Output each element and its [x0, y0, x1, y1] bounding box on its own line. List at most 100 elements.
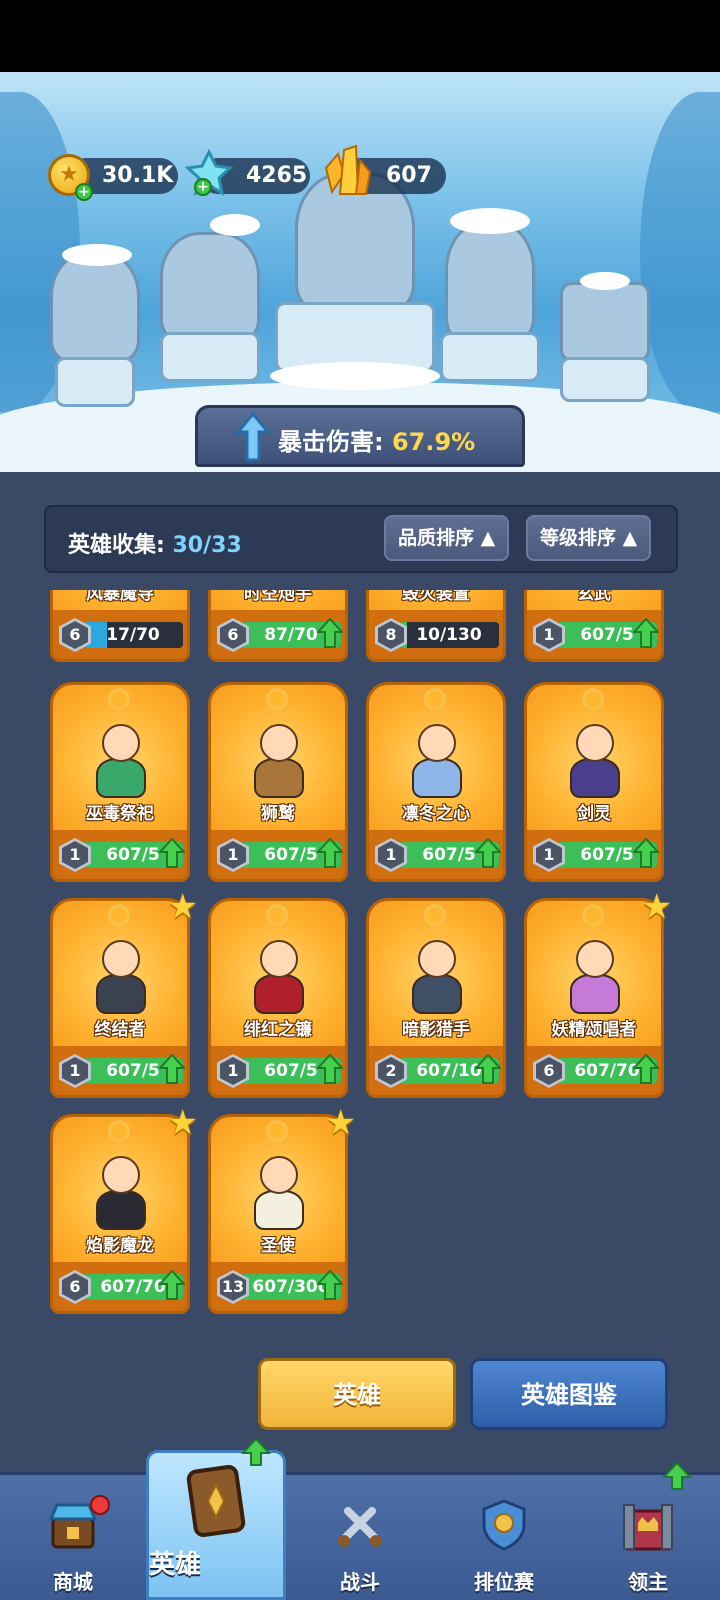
card-footer: 607/300 13 [208, 1262, 348, 1314]
sort-level-button[interactable]: 等级排序 ▲ [526, 515, 652, 561]
upgrade-arrow-icon [633, 838, 659, 868]
hero-card[interactable]: 焰影魔龙 607/70 6 ★ [50, 1106, 198, 1314]
hero-name: 剑灵 [577, 804, 611, 824]
hero-level: 1 [220, 841, 246, 869]
status-bar [0, 0, 720, 72]
hero-level: 1 [378, 841, 404, 869]
collection-title: 英雄收集: 30/33 [68, 527, 242, 559]
sort-quality-button[interactable]: 品质排序 ▲ [384, 515, 510, 561]
diamond-icon[interactable]: + [184, 148, 234, 198]
card-gem [266, 1120, 288, 1142]
crit-label: 暴击伤害: [278, 428, 384, 456]
hero-portrait [392, 928, 480, 1018]
hero-level: 6 [220, 621, 246, 649]
hero-portrait [76, 1144, 164, 1234]
hero-card[interactable]: 巫毒祭祀 607/5 1 [50, 682, 190, 882]
diamond-amount: 4265 [246, 163, 308, 188]
game-screen: 30.1K ★ + 4265 + 607 暴击伤害: 67.9% 英雄收集: 3… [0, 0, 720, 1600]
hero-name: 风暴魔导 [86, 590, 154, 604]
card-footer: 607/10 2 [366, 1046, 506, 1098]
nav-shop[interactable]: 商城 [0, 1475, 146, 1600]
hero-level: 13 [220, 1273, 246, 1301]
hero-card[interactable]: 剑灵 607/5 1 [524, 682, 664, 882]
card-gem [424, 688, 446, 710]
star-icon: ★ [167, 1103, 198, 1143]
hero-name: 圣使 [261, 1236, 295, 1256]
arrow-up-icon [236, 412, 270, 462]
card-footer: 607/5 1 [524, 610, 664, 662]
bottom-nav: 商城 战斗 排位赛 领主 [0, 1461, 720, 1600]
hero-card[interactable]: 圣使 607/300 13 ★ [208, 1106, 356, 1314]
heroes-tab-button[interactable]: 英雄 [258, 1358, 456, 1430]
star-icon: ★ [641, 887, 672, 927]
statue-beast [160, 232, 260, 342]
hero-name: 玄武 [577, 590, 611, 604]
upgrade-arrow-icon [633, 1054, 659, 1084]
hero-portrait [234, 712, 322, 802]
upgrade-arrow-icon [317, 1054, 343, 1084]
card-gem [266, 904, 288, 926]
card-footer: 607/5 1 [208, 830, 348, 882]
hero-level: 2 [378, 1057, 404, 1085]
hero-level: 1 [536, 841, 562, 869]
hero-card-icon [186, 1465, 246, 1537]
shard-progress-text: 17/70 [106, 625, 160, 645]
hero-card[interactable]: 时空炮手 87/70 6 [208, 590, 348, 662]
hero-name: 凛冬之心 [402, 804, 470, 824]
hero-card[interactable]: 妖精颂唱者 607/70 6 ★ [524, 890, 672, 1098]
crit-damage-text: 暴击伤害: 67.9% [278, 422, 475, 457]
hero-card[interactable]: 风暴魔导 17/70 6 [50, 590, 190, 662]
hero-atlas-button[interactable]: 英雄图鉴 [470, 1358, 668, 1430]
upgrade-arrow-icon [159, 838, 185, 868]
nav-battle-label: 战斗 [340, 1570, 380, 1594]
coin-icon[interactable]: ★ + [48, 154, 93, 201]
collection-header: 英雄收集: 30/33 品质排序 ▲ 等级排序 ▲ [44, 505, 678, 573]
gold-amount: 30.1K [102, 163, 174, 188]
castle-icon [623, 1504, 673, 1551]
hero-card[interactable]: 毁灭装置 10/130 8 [366, 590, 506, 662]
card-footer: 607/5 1 [524, 830, 664, 882]
hero-name: 时空炮手 [244, 590, 312, 604]
nav-shop-label: 商城 [53, 1570, 93, 1594]
hero-level: 6 [62, 621, 88, 649]
shard-progress-bar: 17/70 [83, 622, 183, 648]
star-icon: ★ [325, 1103, 356, 1143]
card-footer: 607/70 6 [524, 1046, 664, 1098]
hero-name: 狮鹫 [261, 804, 295, 824]
shard-progress-text: 10/130 [416, 625, 482, 645]
nav-battle[interactable]: 战斗 [288, 1475, 432, 1600]
hero-portrait [234, 928, 322, 1018]
hero-grid: 风暴魔导 17/70 6 时空炮手 87/70 6 毁灭装置 10/130 8 玄武 607/5 1 巫… [0, 590, 720, 1335]
collection-label: 英雄收集: [68, 533, 165, 558]
upgrade-arrow-icon [159, 1270, 185, 1300]
hero-card[interactable]: 狮鹫 607/5 1 [208, 682, 348, 882]
hero-level: 1 [536, 621, 562, 649]
hero-card[interactable]: 暗影猎手 607/10 2 [366, 898, 506, 1098]
upgrade-arrow-icon [633, 618, 659, 648]
hero-name: 妖精颂唱者 [551, 1020, 637, 1040]
hero-level: 6 [536, 1057, 562, 1085]
sort-level-label: 等级排序 [540, 527, 617, 549]
statue-hooded [445, 222, 535, 342]
nav-lord[interactable]: 领主 [576, 1461, 720, 1600]
statue-robot [560, 282, 650, 362]
hero-card[interactable]: 绯红之镰 607/5 1 [208, 898, 348, 1098]
nav-ranked[interactable]: 排位赛 [432, 1475, 576, 1600]
collection-count: 30/33 [172, 533, 242, 558]
hero-name: 终结者 [94, 1020, 146, 1040]
hero-level: 1 [220, 1057, 246, 1085]
hero-name: 绯红之镰 [244, 1020, 312, 1040]
nav-heroes-label: 英雄 [149, 1550, 202, 1580]
hero-portrait [76, 928, 164, 1018]
hero-card[interactable]: 凛冬之心 607/5 1 [366, 682, 506, 882]
hero-card[interactable]: 终结者 607/5 1 ★ [50, 890, 198, 1098]
hero-card[interactable]: 玄武 607/5 1 [524, 590, 664, 662]
card-footer: 607/5 1 [50, 830, 190, 882]
card-gem [582, 688, 604, 710]
hero-name: 巫毒祭祀 [86, 804, 154, 824]
card-gem [266, 688, 288, 710]
hero-level: 1 [62, 841, 88, 869]
card-footer: 10/130 8 [366, 610, 506, 662]
crit-damage-plate: 暴击伤害: 67.9% [195, 405, 525, 467]
nav-heroes[interactable]: 英雄 [146, 1437, 286, 1600]
